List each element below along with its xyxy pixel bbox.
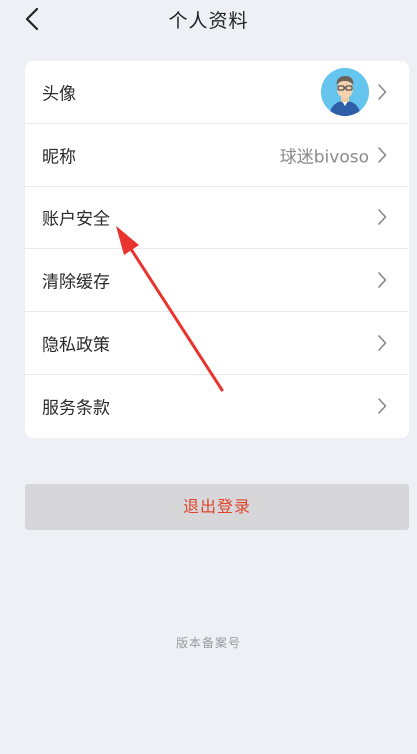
header-bar: 个人资料	[0, 0, 417, 40]
row-label: 头像	[42, 84, 76, 105]
nickname-value: 球迷bivoso	[279, 147, 369, 168]
chevron-right-icon	[378, 146, 387, 163]
row-nickname[interactable]: 昵称 球迷bivoso	[25, 124, 409, 187]
row-account-security[interactable]: 账户安全	[25, 187, 409, 250]
row-avatar[interactable]: 头像	[25, 61, 409, 124]
profile-page: 个人资料 头像 昵称 球迷bivoso 账户安全 清除缓存 隐私政策 服务条款 …	[0, 0, 417, 754]
chevron-right-icon	[378, 335, 387, 351]
logout-button[interactable]: 退出登录	[25, 484, 409, 530]
row-label: 账户安全	[42, 209, 110, 230]
row-label: 清除缓存	[42, 272, 110, 293]
row-label: 服务条款	[42, 398, 110, 419]
row-label: 隐私政策	[42, 335, 110, 356]
chevron-right-icon	[378, 398, 387, 415]
chevron-right-icon	[378, 209, 387, 226]
row-terms-of-service[interactable]: 服务条款	[25, 375, 409, 438]
settings-card: 头像 昵称 球迷bivoso 账户安全 清除缓存 隐私政策 服务条款	[25, 61, 409, 438]
row-label: 昵称	[42, 147, 76, 168]
user-avatar-icon[interactable]	[321, 67, 369, 116]
chevron-right-icon	[378, 84, 387, 100]
chevron-right-icon	[378, 272, 387, 289]
version-record-text: 版本备案号	[175, 636, 241, 650]
page-title: 个人资料	[168, 10, 249, 32]
row-clear-cache[interactable]: 清除缓存	[25, 249, 409, 313]
row-privacy-policy[interactable]: 隐私政策	[25, 312, 409, 375]
